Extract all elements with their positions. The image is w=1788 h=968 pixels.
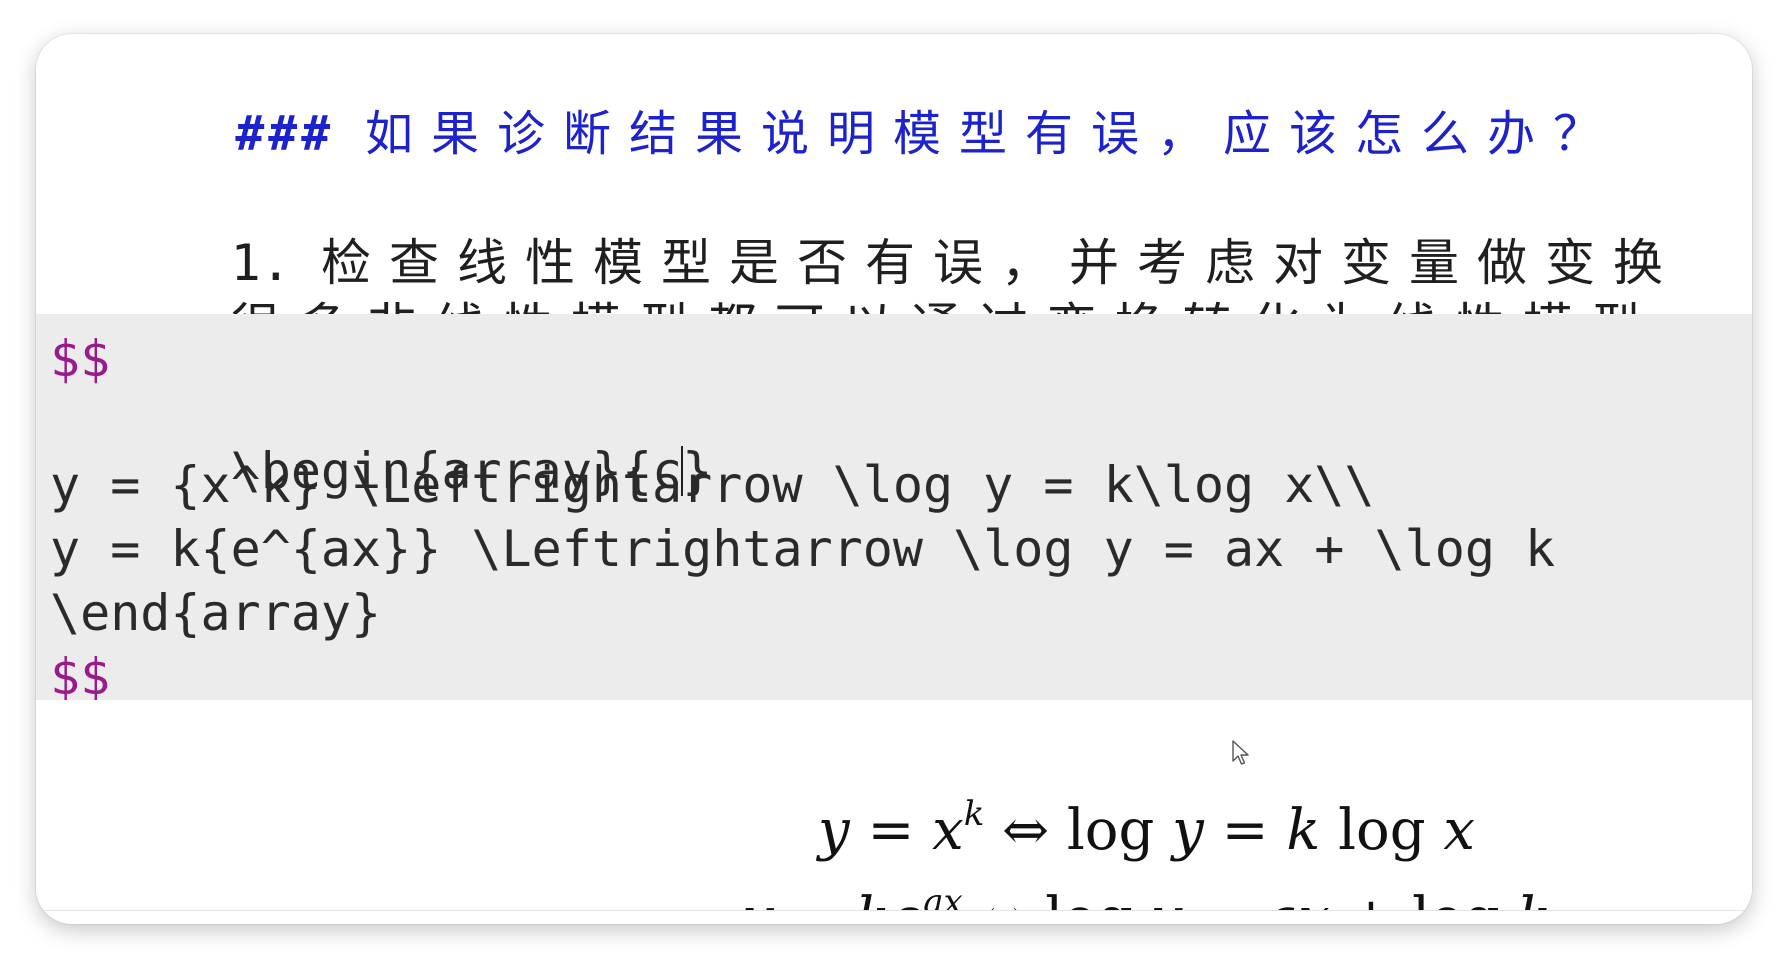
- eq1-equals2: =: [1203, 798, 1287, 863]
- eq2-ax: ax: [1265, 886, 1330, 910]
- eq1-iff-log: ⇔ log: [984, 798, 1173, 863]
- eq2-exponent: ax: [923, 882, 963, 911]
- math-close-delimiter[interactable]: $$: [50, 652, 110, 702]
- eq2-k: k: [1517, 886, 1551, 910]
- mouse-pointer-icon: [1232, 740, 1249, 765]
- preview-clip: y = xk ⇔ log y = k log x y = keax ⇔ log …: [36, 700, 1752, 911]
- preview-equation-1: y = xk ⇔ log y = k log x: [818, 797, 1475, 863]
- eq2-ke: ke: [856, 886, 923, 910]
- eq2-y2: y: [1151, 886, 1183, 910]
- eq2-y: y: [742, 886, 774, 910]
- code-line-1[interactable]: y = {x^k} \Leftrightarrow \log y = k\log…: [50, 460, 1375, 510]
- eq1-k: k: [1286, 798, 1321, 863]
- eq1-exponent: k: [963, 794, 985, 834]
- code-end-line[interactable]: \end{array}: [50, 588, 381, 638]
- heading-marker: ###: [235, 106, 335, 162]
- eq1-y: y: [818, 798, 850, 863]
- markdown-editor-window: ### 如果诊断结果说明模型有误，应该怎么办？ 1. 检查线性模型是否有误，并考…: [36, 34, 1752, 924]
- eq2-equals: =: [774, 886, 857, 910]
- source-editor[interactable]: ### 如果诊断结果说明模型有误，应该怎么办？ 1. 检查线性模型是否有误，并考…: [36, 34, 1752, 702]
- eq1-x2: x: [1443, 798, 1475, 863]
- eq2-equals2: =: [1182, 886, 1265, 910]
- eq1-equals: =: [849, 798, 933, 863]
- preview-equation-2: y = keax ⇔ log y = ax + log k: [742, 885, 1551, 910]
- eq1-x: x: [932, 798, 964, 863]
- eq2-plus-log: + log: [1330, 886, 1518, 910]
- heading-text: 如果诊断结果说明模型有误，应该怎么办？: [365, 106, 1620, 162]
- heading-line[interactable]: ### 如果诊断结果说明模型有误，应该怎么办？: [50, 62, 1619, 206]
- eq2-iff-log: ⇔ log: [963, 886, 1151, 910]
- eq1-log: log: [1320, 798, 1444, 863]
- code-line-2[interactable]: y = k{e^{ax}} \Leftrightarrow \log y = a…: [50, 524, 1555, 574]
- math-preview-pane: y = xk ⇔ log y = k log x y = keax ⇔ log …: [36, 700, 1752, 924]
- math-open-delimiter[interactable]: $$: [50, 334, 110, 384]
- eq1-y2: y: [1172, 798, 1204, 863]
